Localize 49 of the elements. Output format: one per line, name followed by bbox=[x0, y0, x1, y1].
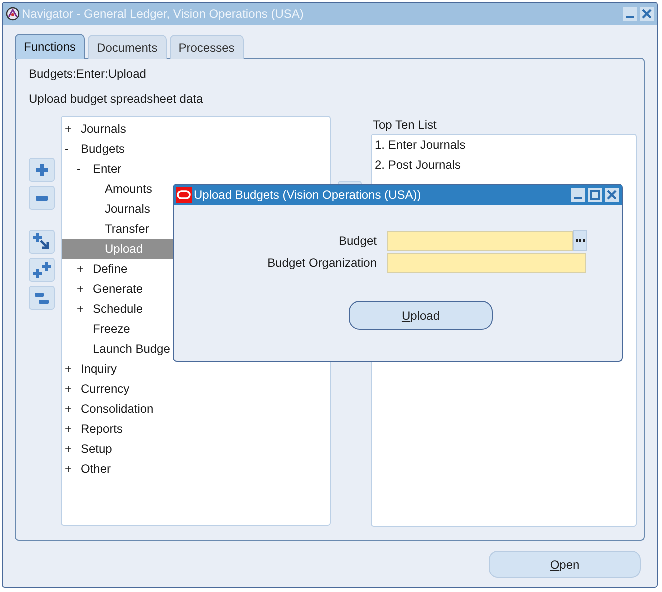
list-item[interactable]: 2. Post Journals bbox=[375, 155, 636, 175]
minus-minus-icon bbox=[35, 291, 49, 305]
open-button[interactable]: Open bbox=[489, 551, 641, 578]
function-path: Budgets:Enter:Upload bbox=[29, 67, 148, 83]
plus-icon bbox=[36, 164, 48, 176]
list-label: Top Ten List bbox=[372, 117, 438, 134]
close-icon bbox=[607, 190, 617, 200]
tree-item[interactable]: + Currency bbox=[62, 379, 328, 399]
close-button[interactable] bbox=[640, 7, 654, 21]
plus-arrow-icon bbox=[33, 233, 51, 251]
plus-plus-icon bbox=[33, 261, 51, 279]
maximize-icon bbox=[590, 190, 600, 200]
minimize-icon bbox=[574, 197, 582, 199]
app-icon bbox=[6, 7, 20, 21]
expand-all-button[interactable] bbox=[29, 258, 55, 282]
maximize-button[interactable] bbox=[588, 188, 602, 202]
minimize-icon bbox=[626, 16, 634, 18]
tree-item[interactable]: + Consolidation bbox=[62, 399, 328, 419]
minimize-button[interactable] bbox=[623, 7, 637, 21]
input-field[interactable] bbox=[387, 230, 573, 250]
list-item[interactable]: 1. Enter Journals bbox=[375, 135, 636, 155]
tree-item[interactable]: + Inquiry bbox=[62, 359, 328, 379]
minus-icon bbox=[36, 196, 48, 200]
collapse-button[interactable] bbox=[29, 186, 55, 210]
window-title: Navigator - General Ledger, Vision Operations (USA) bbox=[22, 7, 305, 21]
dialog-title: Upload Budgets (Vision Operations (USA)) bbox=[194, 188, 422, 202]
logo-icon bbox=[176, 187, 192, 203]
input-field[interactable] bbox=[387, 252, 586, 272]
close-button[interactable] bbox=[605, 188, 619, 202]
collapse-all-button[interactable] bbox=[29, 286, 55, 310]
tab[interactable]: Processes bbox=[170, 35, 244, 59]
tree-item[interactable]: + Journals bbox=[62, 119, 328, 139]
tree-item[interactable]: + Setup bbox=[62, 439, 328, 459]
tab[interactable]: Functions bbox=[15, 34, 86, 59]
tab[interactable]: Documents bbox=[88, 35, 167, 59]
expand-button[interactable] bbox=[29, 158, 55, 182]
close-icon bbox=[642, 9, 652, 19]
field-label: Budget Organization bbox=[266, 256, 378, 270]
field-label: Budget bbox=[338, 234, 378, 248]
tree-item[interactable]: - Enter bbox=[62, 159, 328, 179]
function-description: Upload budget spreadsheet data bbox=[29, 92, 204, 108]
tree-item[interactable]: + Other bbox=[62, 459, 328, 479]
ellipsis-icon bbox=[576, 239, 584, 242]
upload-button[interactable]: Upload bbox=[349, 301, 493, 330]
tree-item[interactable]: - Budgets bbox=[62, 139, 328, 159]
minimize-button[interactable] bbox=[571, 188, 585, 202]
expand-branch-button[interactable] bbox=[29, 230, 55, 254]
list-of-values-button[interactable] bbox=[573, 230, 587, 251]
tree-item[interactable]: + Reports bbox=[62, 419, 328, 439]
